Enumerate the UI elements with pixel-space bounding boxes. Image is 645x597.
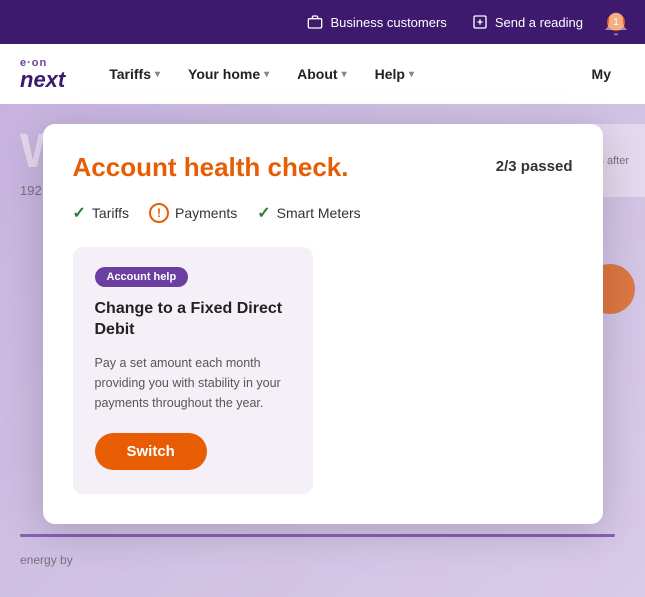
eon-next-logo[interactable]: e·on next <box>20 58 65 91</box>
account-health-check-modal: Account health check. 2/3 passed ✓ Tarif… <box>43 124 603 524</box>
card-description: Pay a set amount each month providing yo… <box>95 353 291 413</box>
modal-overlay: Account health check. 2/3 passed ✓ Tarif… <box>0 104 645 597</box>
check-warning-icon: ! <box>149 203 169 223</box>
nav-bar: e·on next Tariffs ▾ Your home ▾ About ▾ … <box>0 44 645 104</box>
check-payments: ! Payments <box>149 203 237 223</box>
chevron-down-icon: ▾ <box>264 69 269 80</box>
nav-tariffs[interactable]: Tariffs ▾ <box>95 44 174 104</box>
business-customers-link[interactable]: Business customers <box>306 13 446 31</box>
modal-header: Account health check. 2/3 passed <box>73 152 573 183</box>
nav-items: Tariffs ▾ Your home ▾ About ▾ Help ▾ My <box>95 44 625 104</box>
check-pass-icon: ✓ <box>257 203 270 223</box>
switch-button[interactable]: Switch <box>95 433 207 470</box>
modal-title: Account health check. <box>73 152 349 183</box>
notification-count-badge: 1 <box>607 13 625 31</box>
modal-passed-count: 2/3 passed <box>496 152 573 175</box>
card-badge: Account help <box>95 267 189 287</box>
account-help-card: Account help Change to a Fixed Direct De… <box>73 247 313 494</box>
nav-my-account[interactable]: My <box>578 44 625 104</box>
notifications-button[interactable]: 1 <box>607 13 625 31</box>
check-pass-icon: ✓ <box>73 203 86 223</box>
check-smart-meters: ✓ Smart Meters <box>257 203 360 223</box>
send-reading-link[interactable]: Send a reading <box>471 13 583 31</box>
chevron-down-icon: ▾ <box>155 69 160 80</box>
meter-icon <box>471 13 489 31</box>
card-title: Change to a Fixed Direct Debit <box>95 299 291 341</box>
nav-about[interactable]: About ▾ <box>283 44 360 104</box>
chevron-down-icon: ▾ <box>409 69 414 80</box>
top-bar: Business customers Send a reading 1 <box>0 0 645 44</box>
modal-checks: ✓ Tariffs ! Payments ✓ Smart Meters <box>73 203 573 223</box>
nav-help[interactable]: Help ▾ <box>361 44 428 104</box>
nav-your-home[interactable]: Your home ▾ <box>174 44 283 104</box>
chevron-down-icon: ▾ <box>342 69 347 80</box>
check-tariffs: ✓ Tariffs <box>73 203 130 223</box>
briefcase-icon <box>306 13 324 31</box>
